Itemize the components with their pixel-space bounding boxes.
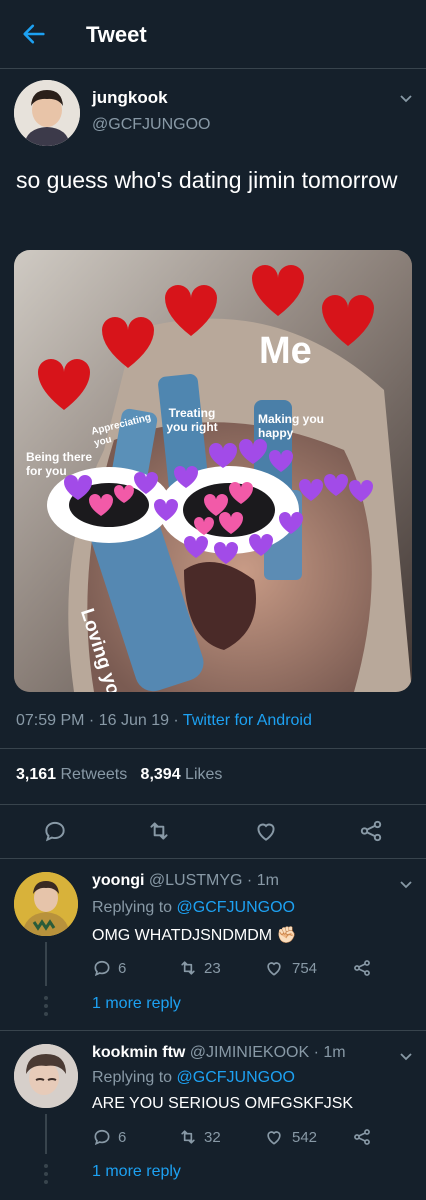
reply-avatar[interactable] — [14, 1044, 78, 1108]
tweet-stats: 3,161 Retweets 8,394 Likes — [16, 766, 222, 784]
divider — [0, 748, 426, 749]
comment-icon[interactable] — [92, 958, 112, 978]
comment-icon[interactable] — [42, 818, 68, 844]
reply-header: kookmin ftw @JIMINIEKOOK · 1m — [92, 1044, 346, 1061]
author-handle[interactable]: @GCFJUNGOO — [92, 116, 210, 134]
replying-to-label: Replying to — [92, 899, 173, 916]
reply-text: ARE YOU SERIOUS OMFGSKFJSK — [92, 1095, 354, 1112]
comment-icon[interactable] — [92, 1127, 112, 1147]
heart-icon[interactable] — [253, 818, 279, 844]
replying-to-link[interactable]: @GCFJUNGOO — [177, 899, 295, 916]
heart-icon[interactable] — [264, 1127, 284, 1147]
reply-author-handle[interactable]: @JIMINIEKOOK — [190, 1044, 309, 1061]
top-bar — [0, 0, 426, 69]
thread-line — [45, 1114, 47, 1154]
chevron-down-icon[interactable] — [398, 876, 414, 892]
show-more-replies-link[interactable]: 1 more reply — [92, 995, 181, 1013]
reply-like-count: 754 — [292, 960, 318, 977]
divider — [0, 1030, 426, 1031]
retweet-count[interactable]: 3,161 — [16, 766, 56, 783]
replying-to: Replying to @GCFJUNGOO — [92, 1069, 295, 1087]
likes-label[interactable]: Likes — [185, 766, 222, 783]
back-arrow-icon[interactable] — [20, 20, 48, 48]
media-label-being: Being there for you — [26, 450, 93, 478]
chevron-down-icon[interactable] — [398, 1048, 414, 1064]
tweet-time: 07:59 PM — [16, 712, 85, 729]
reply-author-handle[interactable]: @LUSTMYG — [149, 872, 243, 889]
page-title: Tweet — [86, 22, 147, 47]
heart-icon[interactable] — [264, 958, 284, 978]
share-icon[interactable] — [352, 1127, 372, 1147]
share-icon[interactable] — [352, 958, 372, 978]
divider — [0, 858, 426, 859]
reply-author-name[interactable]: kookmin ftw — [92, 1044, 185, 1061]
reply-time: 1m — [256, 872, 279, 889]
replying-to: Replying to @GCFJUNGOO — [92, 899, 295, 917]
tweet-text: so guess who's dating jimin tomorrow — [16, 167, 398, 193]
reply-time: 1m — [323, 1044, 346, 1061]
thread-dot — [44, 1004, 48, 1008]
chevron-down-icon[interactable] — [398, 90, 414, 106]
media-label-making: Making you happy — [258, 412, 325, 440]
reply-retweet-count: 32 — [204, 1129, 221, 1146]
tweet-date: 16 Jun 19 — [98, 712, 169, 729]
reply-comment-count: 6 — [118, 1129, 127, 1146]
share-icon[interactable] — [358, 818, 384, 844]
thread-dot — [44, 1180, 48, 1184]
thread-dot — [44, 1164, 48, 1168]
reply-comment-count: 6 — [118, 960, 127, 977]
retweet-icon[interactable] — [178, 1127, 198, 1147]
tweet-media[interactable]: Me Treating you right Making you happy A… — [14, 250, 412, 692]
like-count[interactable]: 8,394 — [141, 766, 181, 783]
retweets-label[interactable]: Retweets — [61, 766, 128, 783]
media-label-me: Me — [259, 330, 312, 372]
divider — [0, 804, 426, 805]
reply-text: OMG WHATDJSNDMDM ✊🏻 — [92, 927, 297, 944]
thread-dot — [44, 1012, 48, 1016]
reply-like-count: 542 — [292, 1129, 318, 1146]
reply-author-name[interactable]: yoongi — [92, 872, 144, 889]
thread-line — [45, 942, 47, 986]
thread-dot — [44, 996, 48, 1000]
reply-header: yoongi @LUSTMYG · 1m — [92, 872, 279, 889]
retweet-icon[interactable] — [178, 958, 198, 978]
thread-dot — [44, 1172, 48, 1176]
retweet-icon[interactable] — [146, 818, 172, 844]
reply-avatar[interactable] — [14, 872, 78, 936]
reply-retweet-count: 23 — [204, 960, 221, 977]
tweet-meta: 07:59 PM · 16 Jun 19 · Twitter for Andro… — [16, 712, 312, 729]
replying-to-link[interactable]: @GCFJUNGOO — [177, 1069, 295, 1086]
show-more-replies-link[interactable]: 1 more reply — [92, 1163, 181, 1181]
tweet-source-link[interactable]: Twitter for Android — [183, 712, 312, 729]
replying-to-label: Replying to — [92, 1069, 173, 1086]
media-label-treating: Treating you right — [166, 406, 218, 434]
avatar[interactable] — [14, 80, 80, 146]
author-name[interactable]: jungkook — [92, 88, 168, 108]
